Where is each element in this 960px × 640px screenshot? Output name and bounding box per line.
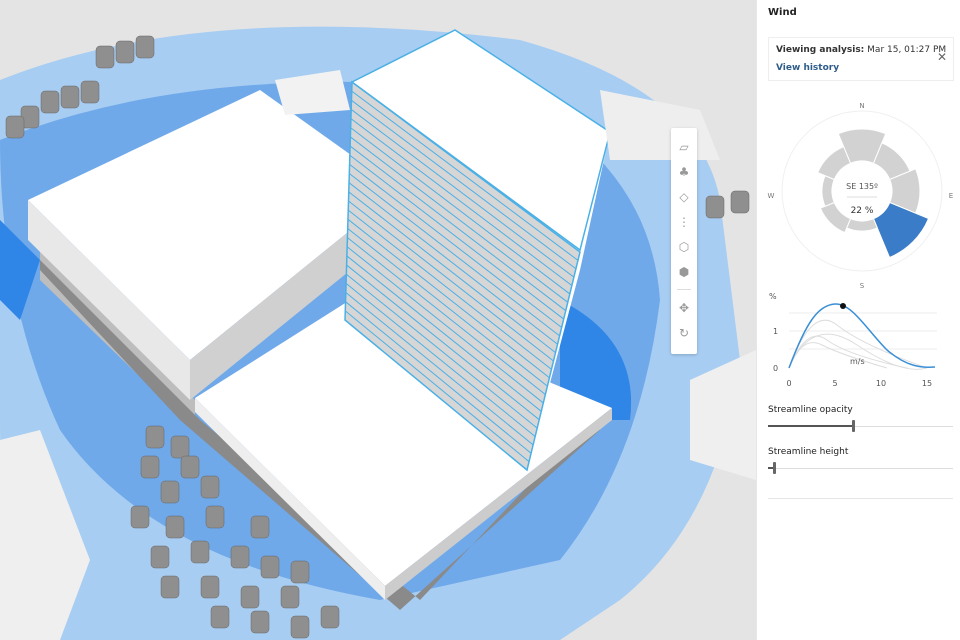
tree-cylinder — [240, 585, 260, 609]
tree-cylinder — [145, 425, 165, 449]
tree-cylinder — [130, 505, 150, 529]
curve-marker — [840, 303, 846, 309]
opacity-slider[interactable] — [768, 420, 953, 432]
height-slider[interactable] — [768, 462, 953, 474]
wind-rose[interactable]: N E S W SE 135º 22 % — [757, 95, 960, 295]
slider-thumb[interactable] — [852, 420, 856, 432]
rotate-icon[interactable]: ↻ — [674, 323, 694, 343]
view-history-link[interactable]: View history — [776, 63, 839, 73]
analysis-date: Mar 15, 01:27 PM — [867, 45, 947, 55]
y-unit: % — [769, 292, 777, 301]
x-tick: 5 — [832, 379, 837, 388]
tree-cylinder — [170, 435, 190, 459]
analysis-label: Viewing analysis: — [776, 45, 865, 55]
tree-cylinder — [115, 40, 135, 64]
y-tick: 0 — [773, 364, 778, 373]
direction-w: W — [768, 192, 775, 200]
height-label: Streamline height — [768, 447, 849, 457]
tree-cylinder — [260, 555, 280, 579]
tree-cylinder — [200, 575, 220, 599]
tree-cylinder — [140, 455, 160, 479]
rose-segment — [817, 146, 852, 181]
move-icon[interactable]: ✥ — [674, 298, 694, 318]
x-tick: 10 — [876, 379, 886, 388]
x-tick: 0 — [786, 379, 791, 388]
tree-cylinder — [165, 515, 185, 539]
tree-cylinder — [250, 610, 270, 634]
scene-toolbar: ▱ ♣ ◇ ⋮ ⬡ ⬢ ✥ ↻ — [671, 128, 697, 354]
3d-viewport[interactable] — [0, 0, 756, 640]
x-tick: 15 — [922, 379, 932, 388]
tree-cylinder — [135, 35, 155, 59]
tree-tool-icon[interactable]: ♣ — [674, 162, 694, 182]
rose-segment — [821, 175, 835, 207]
tree-cylinder — [190, 540, 210, 564]
slider-thumb[interactable] — [772, 462, 776, 474]
tree-cylinder — [180, 455, 200, 479]
tree-cylinder — [5, 115, 25, 139]
toolbar-divider — [677, 289, 691, 290]
tree-cylinder — [95, 45, 115, 69]
direction-n: N — [859, 102, 864, 110]
close-icon[interactable]: ✕ — [937, 50, 947, 64]
line-tool-icon[interactable]: ⋮ — [674, 212, 694, 232]
wind-panel: Wind Viewing analysis: Mar 15, 01:27 PM … — [756, 0, 960, 640]
selected-percent: 22 % — [851, 206, 874, 216]
tree-cylinder — [290, 560, 310, 584]
tree-cylinder — [150, 545, 170, 569]
tree-cylinder — [705, 195, 725, 219]
tree-cylinder — [280, 585, 300, 609]
tree-cylinder — [730, 190, 750, 214]
tree-cylinder — [290, 615, 310, 639]
direction-e: E — [949, 192, 953, 200]
selected-direction: SE 135º — [846, 182, 878, 191]
tree-cylinder — [160, 480, 180, 504]
speed-distribution-chart: % 0 1 0 5 10 15 m/s — [769, 292, 937, 388]
analysis-card: Viewing analysis: Mar 15, 01:27 PM View … — [768, 37, 954, 81]
tree-cylinder — [230, 545, 250, 569]
tree-cylinder — [160, 575, 180, 599]
divider — [768, 498, 953, 499]
rose-segment — [819, 201, 852, 234]
building-tool-icon[interactable]: ▱ — [674, 137, 694, 157]
tree-cylinder — [200, 475, 220, 499]
rose-segment — [872, 201, 930, 259]
tree-cylinder — [250, 515, 270, 539]
tree-cylinder — [60, 85, 80, 109]
tree-cylinder — [80, 80, 100, 104]
panel-title: Wind — [768, 7, 797, 18]
tree-cylinder — [40, 90, 60, 114]
tree-cylinder — [205, 505, 225, 529]
opacity-label: Streamline opacity — [768, 405, 853, 415]
tree-cylinder — [320, 605, 340, 629]
x-unit: m/s — [850, 357, 865, 366]
box-tool-icon[interactable]: ⬡ — [674, 237, 694, 257]
y-tick: 1 — [773, 327, 778, 336]
model-tool-icon[interactable]: ⬢ — [674, 262, 694, 282]
rose-segment — [846, 218, 878, 232]
tree-cylinder — [210, 605, 230, 629]
surface-tool-icon[interactable]: ◇ — [674, 187, 694, 207]
